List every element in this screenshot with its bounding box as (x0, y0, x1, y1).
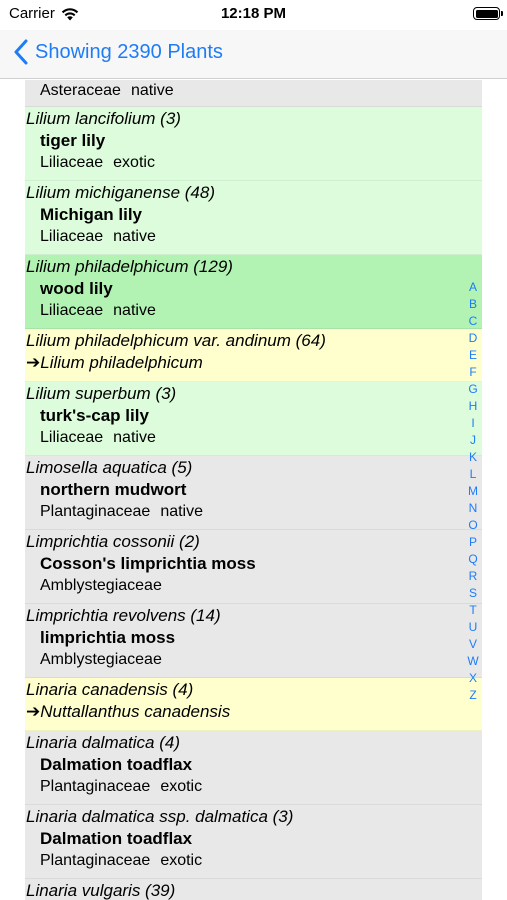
scientific-name: Lilium philadelphicum var. andinum (64) (26, 331, 326, 350)
common-name: turk's-cap lily (40, 406, 149, 425)
scientific-name: Linaria vulgaris (39) (26, 881, 176, 900)
index-letter[interactable]: E (469, 347, 477, 364)
scientific-name: Limprichtia cossonii (2) (26, 532, 200, 551)
scientific-name: Limosella aquatica (5) (26, 458, 193, 477)
index-letter[interactable]: I (471, 415, 474, 432)
index-letter[interactable]: C (469, 313, 478, 330)
index-letter[interactable]: F (469, 364, 476, 381)
scientific-name: Lilium lancifolium (3) (26, 109, 181, 128)
common-name: Michigan lily (40, 205, 143, 224)
list-item[interactable]: Linaria dalmatica ssp. dalmatica (3) Dal… (25, 805, 482, 879)
synonym-item[interactable]: Lilium philadelphicum var. andinum (64) … (25, 329, 482, 382)
list-item[interactable]: Linaria vulgaris (39) (25, 879, 482, 900)
synonym-item[interactable]: Linaria canadensis (4) ➔Nuttallanthus ca… (25, 678, 482, 731)
index-letter[interactable]: X (469, 670, 477, 687)
index-letter[interactable]: P (469, 534, 477, 551)
list-item[interactable]: Linaria dalmatica (4) Dalmation toadflax… (25, 731, 482, 805)
back-button[interactable]: Showing 2390 Plants (13, 39, 223, 65)
common-name: wood lily (40, 279, 113, 298)
common-name: northern mudwort (40, 480, 187, 499)
index-letter[interactable]: D (469, 330, 478, 347)
index-letter[interactable]: L (470, 466, 477, 483)
index-letter[interactable]: H (469, 398, 478, 415)
plant-family: Liliaceae exotic (40, 154, 155, 171)
scientific-name: Lilium philadelphicum (129) (26, 257, 233, 276)
list-item[interactable]: Limprichtia cossonii (2) Cosson's limpri… (25, 530, 482, 604)
index-letter[interactable]: J (470, 432, 476, 449)
index-letter[interactable]: U (469, 619, 478, 636)
scientific-name: Limprichtia revolvens (14) (26, 606, 221, 625)
clock: 12:18 PM (220, 5, 287, 22)
index-letter[interactable]: R (469, 568, 478, 585)
chevron-left-icon (14, 39, 28, 65)
plant-family: Amblystegiaceae (40, 577, 162, 594)
battery-icon (473, 7, 503, 20)
index-letter[interactable]: Q (468, 551, 477, 568)
plant-family: Plantaginaceae exotic (40, 778, 203, 795)
index-letter[interactable]: B (469, 296, 477, 313)
index-letter[interactable]: N (469, 500, 478, 517)
list-item-selected[interactable]: Lilium philadelphicum (129) wood lily Li… (25, 255, 482, 329)
plant-list[interactable]: Asteraceae native Lilium lancifolium (3) … (25, 80, 482, 900)
plant-family: Plantaginaceae native (40, 503, 204, 520)
index-letter[interactable]: W (467, 653, 478, 670)
navigation-bar: Showing 2390 Plants (0, 30, 507, 79)
list-item[interactable]: Limosella aquatica (5) northern mudwort … (25, 456, 482, 530)
common-name: tiger lily (40, 131, 106, 150)
common-name: Cosson's limprichtia moss (40, 554, 256, 573)
list-item[interactable]: Lilium superbum (3) turk's-cap lily Lili… (25, 382, 482, 456)
back-button-label: Showing 2390 Plants (35, 40, 223, 63)
list-item[interactable]: Lilium michiganense (48) Michigan lily L… (25, 181, 482, 255)
list-item[interactable]: Limprichtia revolvens (14) limprichtia m… (25, 604, 482, 678)
common-name: Dalmation toadflax (40, 755, 193, 774)
synonym-redirect: ➔Nuttallanthus canadensis (26, 702, 231, 721)
index-letter[interactable]: V (469, 636, 477, 653)
plant-family: Asteraceae native (40, 82, 174, 99)
synonym-redirect: ➔Lilium philadelphicum (26, 353, 203, 372)
scientific-name: Lilium michiganense (48) (26, 183, 215, 202)
plant-family: Liliaceae native (40, 429, 156, 446)
index-letter[interactable]: K (469, 449, 477, 466)
plant-family: Plantaginaceae exotic (40, 852, 203, 869)
common-name: limprichtia moss (40, 628, 176, 647)
plant-family: Amblystegiaceae (40, 651, 162, 668)
plant-family: Liliaceae native (40, 302, 156, 319)
list-item[interactable]: Lilium lancifolium (3) tiger lily Liliac… (25, 107, 482, 181)
scientific-name: Lilium superbum (3) (26, 384, 177, 403)
index-letter[interactable]: A (469, 279, 477, 296)
scientific-name: Linaria dalmatica ssp. dalmatica (3) (26, 807, 294, 826)
section-index[interactable]: ABCDEFGHIJKLMNOPQRSTUVWXZ (465, 279, 481, 704)
common-name: Dalmation toadflax (40, 829, 193, 848)
scientific-name: Linaria dalmatica (4) (26, 733, 181, 752)
index-letter[interactable]: O (468, 517, 477, 534)
index-letter[interactable]: S (469, 585, 477, 602)
scientific-name: Linaria canadensis (4) (26, 680, 194, 699)
index-letter[interactable]: G (468, 381, 477, 398)
index-letter[interactable]: T (469, 602, 476, 619)
plant-family: Liliaceae native (40, 228, 156, 245)
status-bar: Carrier 12:18 PM (0, 0, 507, 30)
index-letter[interactable]: Z (469, 687, 476, 704)
list-item[interactable]: Asteraceae native (25, 80, 482, 107)
index-letter[interactable]: M (468, 483, 478, 500)
